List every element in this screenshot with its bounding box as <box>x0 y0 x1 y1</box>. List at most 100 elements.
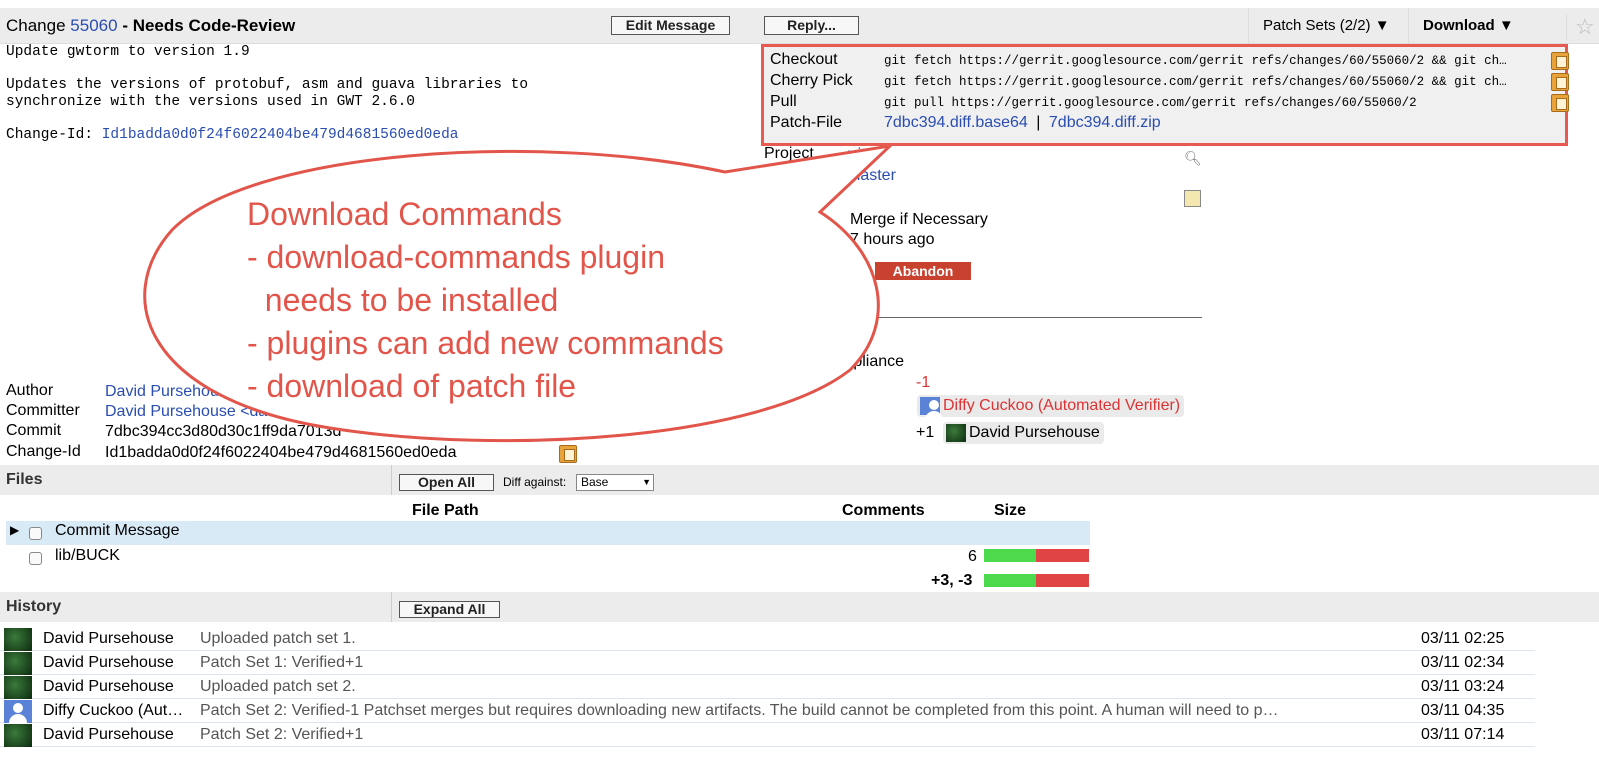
verifier-avatar <box>920 397 943 420</box>
project-link[interactable]: rrit <box>847 146 866 164</box>
open-all-button[interactable]: Open All <box>399 474 494 491</box>
project-label: Project <box>764 145 814 162</box>
patch-file-label: Patch-File <box>770 114 843 131</box>
size-header: Size <box>994 502 1027 519</box>
patch-sets-dropdown[interactable]: Patch Sets (2/2) ▼ <box>1248 8 1404 44</box>
change-id-meta-value: Id1badda0d0f24f6022404be479d4681560ed0ed… <box>105 444 457 461</box>
edit-message-button[interactable]: Edit Message <box>611 16 730 35</box>
avatar <box>4 628 32 651</box>
verifier-chip[interactable]: Diffy Cuckoo (Automated Verifier) <box>917 395 1185 420</box>
pull-command[interactable]: git pull https://gerrit.googlesource.com… <box>884 96 1540 110</box>
history-row[interactable]: David Pursehouse Uploaded patch set 1. 0… <box>0 627 1535 651</box>
compliance-label: mpliance <box>840 353 905 370</box>
verified-plus-score: +1 <box>916 424 935 441</box>
download-dropdown[interactable]: Download ▼ <box>1408 8 1528 44</box>
history-date: 03/11 07:14 <box>1421 726 1505 743</box>
download-commands-panel: Checkout git fetch https://gerrit.google… <box>761 44 1569 146</box>
verified-label: d <box>810 377 819 394</box>
divider <box>870 317 1202 318</box>
commit-label: Commit <box>6 422 62 439</box>
history-section-header: History Expand All <box>0 592 1599 622</box>
history-row[interactable]: David Pursehouse Uploaded patch set 2. 0… <box>0 675 1535 699</box>
diff-against-select[interactable]: Base ▼ <box>576 474 654 491</box>
history-date: 03/11 02:34 <box>1421 654 1505 671</box>
abandon-button[interactable]: Abandon <box>875 262 971 280</box>
file-path[interactable]: Commit Message <box>55 522 179 540</box>
change-prefix: Change <box>6 16 66 35</box>
download-row-checkout: Checkout git fetch https://gerrit.google… <box>770 51 1569 71</box>
download-row-patch-file: Patch-File 7dbc394.diff.base64 | 7dbc394… <box>770 114 1565 134</box>
committer-label: Committer <box>6 402 80 419</box>
updated-time: 7 hours ago <box>850 231 935 248</box>
history-author: David Pursehouse <box>43 654 174 671</box>
reply-button[interactable]: Reply... <box>764 16 859 35</box>
search-icon[interactable]: 🔍︎ <box>1184 150 1202 167</box>
chevron-down-icon: ▼ <box>642 477 651 487</box>
branch-link[interactable]: master <box>847 167 896 185</box>
history-date: 03/11 04:35 <box>1421 702 1505 719</box>
commit-message: Update gwtorm to version 1.9 Updates the… <box>6 44 528 143</box>
submit-strategy: Merge if Necessary <box>850 211 988 228</box>
change-number-link[interactable]: 55060 <box>70 16 117 35</box>
history-date: 03/11 02:25 <box>1421 630 1505 647</box>
file-path[interactable]: lib/BUCK <box>55 547 120 565</box>
history-message: Patch Set 2: Verified+1 <box>200 726 364 743</box>
section-divider <box>391 465 392 495</box>
cherry-pick-command[interactable]: git fetch https://gerrit.googlesource.co… <box>884 75 1540 89</box>
history-author: David Pursehouse <box>43 630 174 647</box>
copy-checkout-icon[interactable] <box>1551 52 1569 70</box>
files-total: +3, -3 <box>931 572 973 589</box>
history-author: David Pursehouse <box>43 726 174 743</box>
star-icon[interactable]: ☆ <box>1566 14 1595 40</box>
total-removed-bar <box>1036 574 1089 587</box>
copy-change-id-icon[interactable] <box>559 445 577 463</box>
expand-all-button[interactable]: Expand All <box>399 601 500 618</box>
author-label: Author <box>6 382 54 399</box>
files-title: Files <box>6 471 43 488</box>
history-row[interactable]: David Pursehouse Patch Set 1: Verified+1… <box>0 651 1535 675</box>
expand-arrow-icon[interactable]: ▶ <box>10 523 19 537</box>
history-message: Uploaded patch set 1. <box>200 630 356 647</box>
patch-zip-link[interactable]: 7dbc394.diff.zip <box>1049 114 1161 131</box>
copy-cherry-pick-icon[interactable] <box>1551 73 1569 91</box>
verified-minus-score: -1 <box>916 374 931 391</box>
callout-text: Download Commands - download-commands pl… <box>247 196 724 404</box>
change-header: Change 55060 - Needs Code-Review Edit Me… <box>0 8 1599 44</box>
history-message: Patch Set 2: Verified-1 Patchset merges … <box>200 702 1279 719</box>
section-divider <box>391 592 392 622</box>
file-row[interactable]: lib/BUCK 6 <box>6 546 1090 570</box>
checkout-command[interactable]: git fetch https://gerrit.googlesource.co… <box>884 54 1540 68</box>
verifier-name: Diffy Cuckoo (Automated Verifier) <box>943 397 1181 414</box>
reviewer-chip[interactable]: David Pursehouse <box>943 422 1104 444</box>
change-status: - Needs Code-Review <box>122 16 296 35</box>
copy-pull-icon[interactable] <box>1551 94 1569 112</box>
file-checkbox[interactable] <box>29 527 42 540</box>
change-id-link[interactable]: Id1badda0d0f24f6022404be479d4681560ed0ed… <box>102 127 459 143</box>
change-title: Change 55060 - Needs Code-Review <box>6 16 295 36</box>
history-message: Patch Set 1: Verified+1 <box>200 654 364 671</box>
checkout-label: Checkout <box>770 51 838 68</box>
reviewer-name: David Pursehouse <box>969 424 1100 441</box>
download-row-pull: Pull git pull https://gerrit.googlesourc… <box>770 93 1569 113</box>
history-author: Diffy Cuckoo (Aut… <box>43 702 184 719</box>
history-row[interactable]: Diffy Cuckoo (Aut… Patch Set 2: Verified… <box>0 699 1535 723</box>
edit-topic-icon[interactable] <box>1184 190 1201 207</box>
history-author: David Pursehouse <box>43 678 174 695</box>
patch-separator: | <box>1036 114 1041 131</box>
total-added-bar <box>984 574 1036 587</box>
file-checkbox[interactable] <box>29 552 42 565</box>
file-row[interactable]: ▶ Commit Message <box>6 521 1090 545</box>
avatar <box>4 652 32 675</box>
cherry-pick-label: Cherry Pick <box>770 72 853 89</box>
avatar <box>4 700 32 723</box>
diff-against-label: Diff against: <box>503 475 567 489</box>
comments-header: Comments <box>842 502 925 519</box>
history-row[interactable]: David Pursehouse Patch Set 2: Verified+1… <box>0 723 1535 747</box>
commit-message-body: Update gwtorm to version 1.9 Updates the… <box>6 44 529 110</box>
removed-bar <box>1036 549 1089 562</box>
avatar <box>4 724 32 747</box>
patch-base64-link[interactable]: 7dbc394.diff.base64 <box>884 114 1028 131</box>
reviewer-avatar <box>946 424 966 442</box>
author-link[interactable]: David Pursehouse <box>105 383 236 401</box>
avatar <box>4 676 32 699</box>
